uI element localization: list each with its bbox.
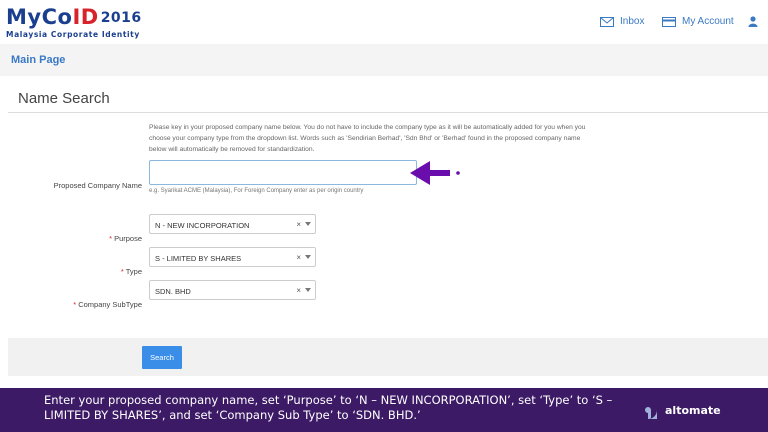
name-search-title: Name Search: [18, 90, 110, 107]
logo-wordmark: MyCoID 2016: [6, 6, 142, 29]
instruction-caption-bar: Enter your proposed company name, set ‘P…: [0, 388, 768, 432]
app-header: MyCoID 2016 Malaysia Corporate Identity I…: [0, 0, 768, 44]
card-icon: [662, 16, 676, 27]
logo-tagline: Malaysia Corporate Identity: [6, 30, 140, 39]
type-value: S - LIMITED BY SHARES: [155, 254, 242, 263]
logo-year: 2016: [100, 10, 142, 26]
logo-part2: ID: [72, 5, 99, 29]
altomate-brand: altomate: [637, 400, 721, 420]
subtype-value: SDN. BHD: [155, 287, 191, 296]
main-page-bar: Main Page: [0, 44, 768, 76]
purpose-label: * Purpose: [20, 234, 142, 243]
title-divider: [8, 112, 768, 113]
company-name-input[interactable]: [149, 160, 417, 185]
caption-text: Enter your proposed company name, set ‘P…: [44, 393, 613, 422]
company-name-hint: e.g. Syarikat ACME (Malaysia), For Forei…: [149, 188, 364, 194]
type-select[interactable]: S - LIMITED BY SHARES ×: [149, 247, 316, 267]
my-account-label: My Account: [682, 16, 734, 27]
instructions-text: Please key in your proposed company name…: [149, 124, 586, 153]
subtype-required-mark: *: [73, 300, 77, 309]
company-name-label: Proposed Company Name: [53, 181, 142, 190]
mycoid-logo[interactable]: MyCoID 2016 Malaysia Corporate Identity: [6, 6, 142, 39]
subtype-chevron-down-icon[interactable]: [305, 288, 311, 292]
purpose-clear-icon[interactable]: ×: [296, 220, 301, 229]
envelope-icon: [600, 16, 614, 27]
pointer-arrow-icon: [410, 161, 460, 185]
main-page-link[interactable]: Main Page: [11, 54, 65, 66]
purpose-required-mark: *: [109, 234, 113, 243]
logo-part1: MyCo: [6, 5, 73, 29]
my-account-link[interactable]: My Account: [662, 16, 734, 27]
purpose-select[interactable]: N - NEW INCORPORATION ×: [149, 214, 316, 234]
company-subtype-select[interactable]: SDN. BHD ×: [149, 280, 316, 300]
type-chevron-down-icon[interactable]: [305, 255, 311, 259]
search-button[interactable]: Search: [142, 346, 182, 369]
inbox-link[interactable]: Inbox: [600, 16, 644, 27]
subtype-label-text: Company SubType: [78, 300, 142, 309]
type-required-mark: *: [120, 267, 124, 276]
purpose-chevron-down-icon[interactable]: [305, 222, 311, 226]
subtype-label: * Company SubType: [20, 300, 142, 309]
user-menu[interactable]: [748, 16, 764, 27]
purpose-label-text: Purpose: [114, 234, 142, 243]
type-clear-icon[interactable]: ×: [296, 253, 301, 262]
altomate-brand-name: altomate: [665, 403, 721, 417]
purpose-value: N - NEW INCORPORATION: [155, 221, 250, 230]
type-label: * Type: [20, 267, 142, 276]
altomate-logo-icon: [639, 401, 657, 419]
type-label-text: Type: [125, 267, 142, 276]
inbox-label: Inbox: [620, 16, 645, 27]
form-footer: [8, 338, 768, 376]
subtype-clear-icon[interactable]: ×: [296, 286, 301, 295]
user-icon: [748, 16, 758, 27]
